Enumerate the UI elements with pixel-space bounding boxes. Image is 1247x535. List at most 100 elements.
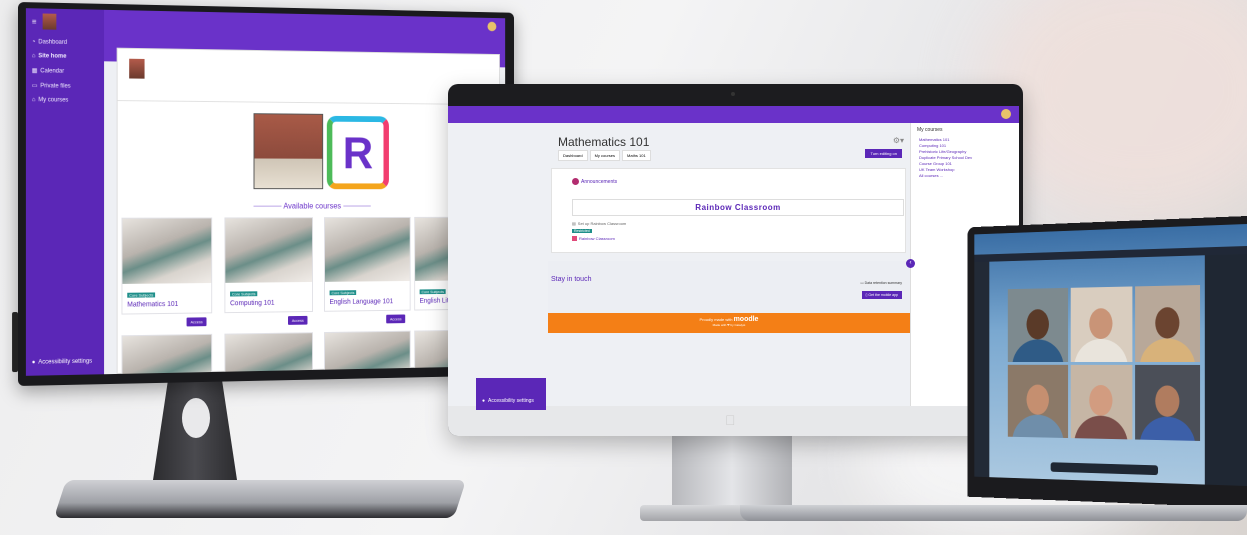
video-tile[interactable] [1070, 286, 1133, 362]
video-grid [1007, 285, 1201, 441]
participant-face [1026, 308, 1049, 340]
participant-body [1074, 338, 1129, 362]
laptop [967, 216, 1247, 508]
course-card[interactable]: Core Subjects Computing 101 Access [224, 217, 314, 325]
stand-hole [182, 398, 210, 438]
participant-face [1155, 306, 1180, 339]
sidebar-item-site-home[interactable]: ⌂ Site home [26, 49, 104, 64]
access-button[interactable]: Access [386, 314, 406, 324]
course-card[interactable] [324, 330, 411, 376]
participant-face [1089, 385, 1113, 417]
participant-body [1139, 416, 1196, 441]
top-bar [448, 106, 1019, 123]
course-tag: Core Subjects [127, 292, 156, 298]
user-avatar[interactable] [487, 21, 497, 32]
course-card[interactable] [121, 333, 213, 376]
sidebar: ≡ ◔ Dashboard ⌂ Site home ▦ Calendar ▭ P… [25, 8, 105, 376]
apple-logo-icon:  [725, 412, 736, 428]
panel-link[interactable]: UK Team Workshop [919, 167, 1011, 172]
monitor-side-buttons [12, 312, 18, 373]
site-logo[interactable] [42, 13, 57, 30]
tab-my-courses[interactable]: My courses [589, 150, 621, 161]
course-name[interactable]: Mathematics 101 [127, 301, 211, 309]
participant-face [1089, 307, 1113, 339]
panel-title: My courses [917, 127, 943, 133]
course-card[interactable] [224, 332, 314, 376]
call-controls [1050, 462, 1159, 476]
tab-dashboard[interactable]: Dashboard [558, 150, 588, 161]
panel-link[interactable]: Computing 101 [919, 143, 1011, 148]
tab-maths-101[interactable]: Maths 101 [622, 150, 651, 161]
mobile-app-button[interactable]: ▯ Get the mobile app [861, 291, 902, 299]
panel-link[interactable]: All courses ... [919, 173, 1011, 178]
rainbow-banner: Rainbow Classroom [572, 199, 904, 216]
video-tile[interactable] [1135, 364, 1201, 441]
participant-body [1011, 338, 1064, 362]
video-tile[interactable] [1070, 364, 1133, 440]
course-image [324, 331, 410, 376]
home-icon: ⌂ [31, 53, 36, 60]
course-name[interactable]: English Language 101 [330, 298, 410, 306]
left-monitor: ≡ ◔ Dashboard ⌂ Site home ▦ Calendar ▭ P… [12, 2, 514, 386]
video-tile[interactable] [1007, 287, 1068, 362]
laptop-base [740, 505, 1247, 521]
course-image [225, 333, 313, 376]
graduation-cap-icon: ⌂ [31, 97, 36, 104]
divider [343, 205, 371, 207]
video-tile[interactable] [1007, 364, 1068, 439]
course-card[interactable]: Core Subjects English Language 101 Acces… [324, 216, 411, 324]
panel-link[interactable]: Course Group 101 [919, 161, 1011, 166]
course-image [122, 334, 212, 376]
participant-body [1074, 415, 1129, 440]
dashboard-icon: ◔ [31, 39, 36, 46]
main-content: ⚙▾ R Available courses Core Subjects Mat… [116, 47, 500, 376]
participant-body [1139, 337, 1196, 362]
classroom-link[interactable]: Rainbow Classroom [572, 236, 615, 241]
access-button[interactable]: Access [186, 317, 207, 327]
stay-in-touch: Stay in touch [551, 276, 592, 283]
video-tile[interactable] [1135, 285, 1201, 362]
participant-body [1011, 414, 1064, 439]
forum-icon [572, 178, 579, 185]
user-avatar[interactable] [1001, 109, 1011, 119]
accessibility-settings-link[interactable]: ● Accessibility settings [32, 359, 92, 366]
sidebar-item-label: Site home [38, 53, 67, 60]
r-letter: R [342, 127, 374, 178]
participants-panel [1204, 254, 1247, 486]
course-name[interactable]: Computing 101 [230, 299, 312, 307]
participant-face [1026, 384, 1049, 416]
section-title: Available courses [118, 202, 499, 211]
sidebar-item-label: Calendar [40, 67, 65, 75]
panel-link[interactable]: Prehistoric Life/Geography [919, 149, 1011, 154]
moodle-logo[interactable]: moodle [734, 316, 759, 323]
tab-bar: Dashboard My courses Maths 101 [558, 150, 651, 161]
rainbow-icon [572, 236, 577, 241]
course-image [225, 218, 313, 283]
sidebar-item-private-files[interactable]: ▭ Private files [26, 78, 104, 94]
file-icon: ▭ [31, 83, 38, 90]
course-image [324, 217, 410, 282]
page-icon: ▤ [572, 221, 576, 226]
accessibility-icon: ● [31, 359, 36, 366]
turn-editing-button[interactable]: Turn editing on [865, 149, 902, 158]
rainbow-r-logo: R [326, 115, 389, 190]
laptop-screen [974, 224, 1247, 486]
sidebar-item-my-courses[interactable]: ⌂ My courses [26, 93, 104, 108]
calendar-icon: ▦ [31, 68, 38, 75]
gear-icon[interactable]: ⚙▾ [893, 136, 904, 145]
menu-icon[interactable]: ≡ [32, 17, 37, 26]
doc-icon: ▭ [860, 281, 864, 285]
panel-link[interactable]: Mathematics 101 [919, 137, 1011, 142]
course-card[interactable]: Core Subjects Mathematics 101 Access [121, 217, 213, 327]
announcements-link[interactable]: Announcements [572, 178, 617, 185]
accessibility-settings-link[interactable]: ● Accessibility settings [476, 378, 546, 410]
data-retention-link[interactable]: ▭ Data retention summary [860, 281, 902, 285]
restricted-badge: Restricted [572, 229, 592, 233]
footer-sub: Made with ❤ by Catalyst [712, 323, 746, 327]
sidebar-item-dashboard[interactable]: ◔ Dashboard [26, 35, 104, 50]
panel-link[interactable]: Duplicate Primary School Dev [919, 155, 1011, 160]
access-button[interactable]: Access [288, 315, 308, 325]
setup-link[interactable]: ▤ Set up Rainbow Classroom [572, 221, 626, 226]
sidebar-item-calendar[interactable]: ▦ Calendar [26, 63, 104, 79]
collapse-drawer-icon[interactable]: ‹ [906, 259, 915, 268]
